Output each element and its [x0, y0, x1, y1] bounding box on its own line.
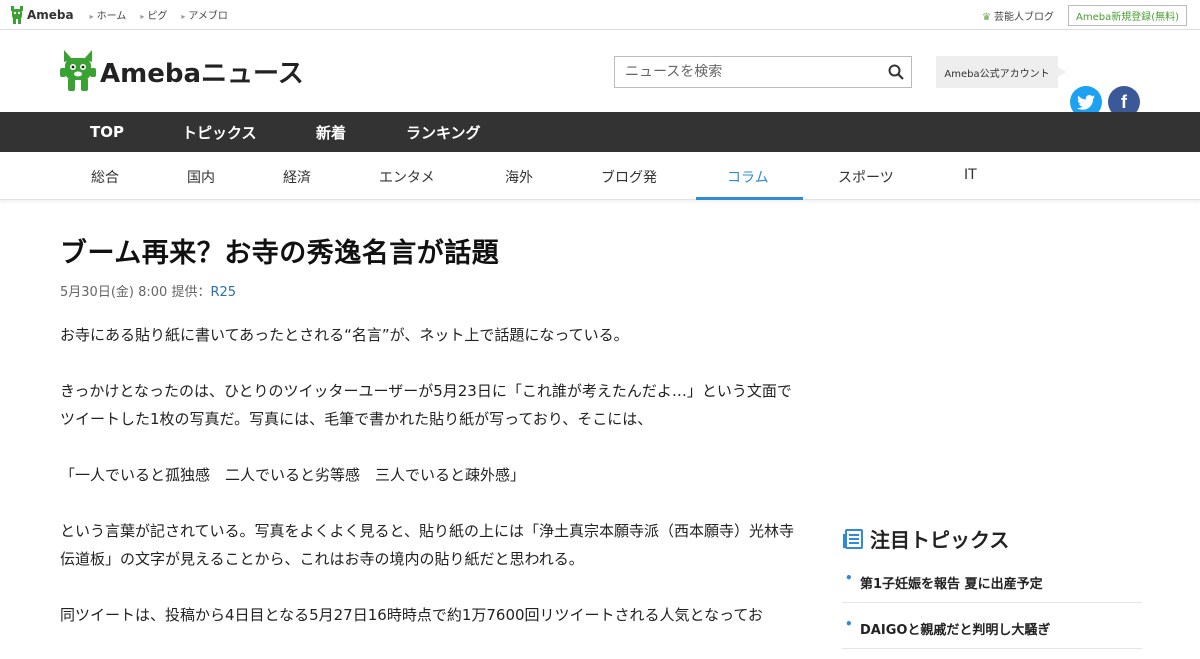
tab-economy[interactable]: 経済 [283, 167, 311, 187]
ameba-mini-logo[interactable]: Ameba [10, 5, 74, 24]
tab-column[interactable]: コラム [727, 167, 769, 187]
tab-domestic[interactable]: 国内 [187, 167, 215, 187]
tab-it[interactable]: IT [964, 167, 977, 183]
celeb-blog-label: 芸能人ブログ [993, 12, 1054, 23]
source-label: 提供： [171, 285, 211, 300]
nav-top[interactable]: TOP [90, 123, 124, 141]
active-tab-indicator [696, 197, 803, 200]
toplink-ameblo[interactable]: アメブロ [181, 7, 228, 22]
newspaper-icon [843, 528, 863, 549]
article-meta: 5月30日(金) 8:00 提供：R25 [60, 281, 236, 300]
ameba-mascot-icon [60, 50, 96, 91]
article-date: 5月30日(金) 8:00 [60, 285, 168, 300]
article-paragraph: きっかけとなったのは、ひとりのツイッターユーザーが5月23日に「これ誰が考えたん… [60, 382, 792, 428]
register-button[interactable]: Ameba新規登録(無料) [1067, 5, 1187, 26]
ameba-mascot-icon [11, 5, 23, 24]
toplink-pigg[interactable]: ピグ [140, 7, 167, 22]
brand-label: Ameba [27, 7, 74, 22]
article-paragraph: お寺にある貼り紙に書いてあったとされる“名言”が、ネット上で話題になっている。 [60, 326, 629, 344]
category-nav: 総合 国内 経済 エンタメ 海外 ブログ発 コラム スポーツ IT [0, 152, 1200, 200]
twitter-icon [1077, 94, 1095, 110]
article-body: お寺にある貼り紙に書いてあったとされる“名言”が、ネット上で話題になっている。 … [60, 321, 809, 657]
site-header: Amebaニュース Ameba公式アカウント f [0, 30, 1200, 118]
tab-sports[interactable]: スポーツ [838, 167, 894, 187]
search-box [614, 56, 912, 88]
ameba-news-logo[interactable]: Amebaニュース [60, 50, 304, 92]
tab-overseas[interactable]: 海外 [505, 167, 533, 187]
facebook-icon: f [1121, 91, 1127, 112]
tab-general[interactable]: 総合 [91, 167, 119, 187]
celeb-blog-link[interactable]: ♛ 芸能人ブログ [982, 8, 1054, 23]
article-paragraph: 「一人でいると孤独感 二人でいると劣等感 三人でいると疎外感」 [60, 466, 526, 484]
tab-blog[interactable]: ブログ発 [601, 167, 657, 187]
topic-item[interactable]: DAIGOと親戚だと判明し大騒ぎ [842, 613, 1142, 649]
search-input[interactable] [615, 57, 881, 87]
article-paragraph: 同ツイートは、投稿から4日目となる5月27日16時時点で約1万7600回リツイー… [60, 606, 763, 624]
logo-wordmark: Amebaニュース [100, 58, 304, 89]
nav-new[interactable]: 新着 [316, 122, 346, 143]
featured-topics: 注目トピックス 第1子妊娠を報告 夏に出産予定 DAIGOと親戚だと判明し大騒ぎ [842, 524, 1142, 659]
toplink-home[interactable]: ホーム [90, 7, 127, 22]
official-account-label: Ameba公式アカウント [936, 56, 1066, 88]
article-paragraph: という言葉が記されている。写真をよくよく見ると、貼り紙の上には「浄土真宗本願寺派… [60, 522, 809, 568]
tab-entertainment[interactable]: エンタメ [379, 167, 435, 187]
search-icon[interactable] [881, 64, 911, 80]
nav-topics[interactable]: トピックス [182, 122, 257, 143]
article-source-link[interactable]: R25 [210, 285, 236, 300]
article-title: ブーム再来？お寺の秀逸名言が話題 [60, 238, 500, 269]
featured-topics-title: 注目トピックス [870, 528, 1010, 552]
main-nav: TOP トピックス 新着 ランキング [0, 112, 1200, 152]
topic-item[interactable]: 第1子妊娠を報告 夏に出産予定 [842, 567, 1142, 603]
crown-icon: ♛ [982, 12, 991, 23]
nav-ranking[interactable]: ランキング [406, 122, 481, 143]
top-utility-bar: Ameba ホーム ピグ アメブロ ♛芸能人ブログ Ameba新規登録(無料) [0, 0, 1200, 30]
featured-topics-header: 注目トピックス [842, 524, 1142, 553]
